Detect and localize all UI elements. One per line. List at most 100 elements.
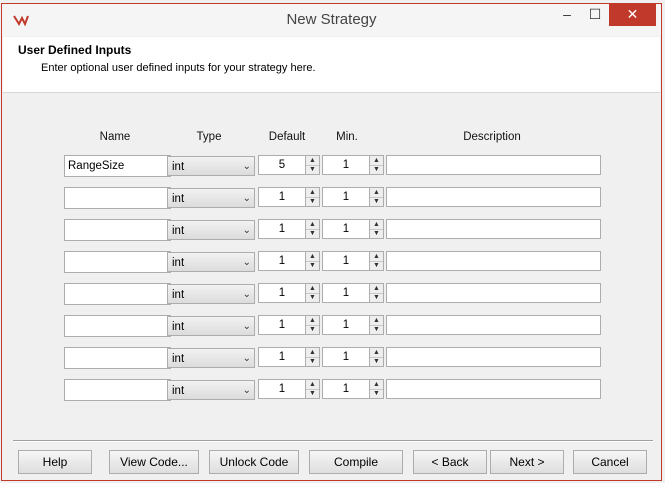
spin-buttons[interactable]: ▲ ▼ (305, 188, 319, 206)
spin-buttons[interactable]: ▲ ▼ (305, 348, 319, 366)
spin-buttons[interactable]: ▲ ▼ (305, 156, 319, 174)
spin-down-icon[interactable]: ▼ (370, 389, 383, 398)
type-select[interactable]: int ⌄ (167, 220, 255, 240)
spin-down-icon[interactable]: ▼ (370, 261, 383, 270)
back-button[interactable]: < Back (413, 450, 487, 474)
spin-down-icon[interactable]: ▼ (370, 293, 383, 302)
min-stepper[interactable]: 1 ▲ ▼ (322, 251, 384, 271)
spin-down-icon[interactable]: ▼ (370, 165, 383, 174)
default-value: 1 (278, 223, 286, 235)
name-field[interactable] (64, 187, 171, 209)
spin-buttons[interactable]: ▲ ▼ (369, 380, 383, 398)
compile-button[interactable]: Compile (309, 450, 403, 474)
spin-buttons[interactable]: ▲ ▼ (369, 188, 383, 206)
spin-buttons[interactable]: ▲ ▼ (369, 284, 383, 302)
name-field[interactable] (64, 219, 171, 241)
name-field[interactable] (64, 283, 171, 305)
spin-down-icon[interactable]: ▼ (370, 325, 383, 334)
chevron-down-icon: ⌄ (242, 257, 251, 268)
spin-buttons[interactable]: ▲ ▼ (369, 252, 383, 270)
default-stepper[interactable]: 5 ▲ ▼ (258, 155, 320, 175)
description-field[interactable] (386, 283, 601, 303)
default-value: 5 (278, 159, 286, 171)
maximize-button[interactable]: ☐ (581, 4, 609, 26)
default-stepper[interactable]: 1 ▲ ▼ (258, 187, 320, 207)
spin-buttons[interactable]: ▲ ▼ (369, 156, 383, 174)
description-field[interactable] (386, 251, 601, 271)
type-select[interactable]: int ⌄ (167, 348, 255, 368)
min-value: 1 (342, 383, 350, 395)
name-field[interactable] (64, 251, 171, 273)
spin-down-icon[interactable]: ▼ (306, 197, 319, 206)
description-field[interactable] (386, 315, 601, 335)
header-panel: User Defined Inputs Enter optional user … (3, 37, 660, 93)
type-select[interactable]: int ⌄ (167, 156, 255, 176)
default-stepper[interactable]: 1 ▲ ▼ (258, 379, 320, 399)
spin-down-icon[interactable]: ▼ (306, 293, 319, 302)
min-value: 1 (342, 191, 350, 203)
chevron-down-icon: ⌄ (242, 289, 251, 300)
default-stepper[interactable]: 1 ▲ ▼ (258, 219, 320, 239)
spin-down-icon[interactable]: ▼ (306, 357, 319, 366)
footer-divider (13, 440, 653, 442)
chevron-down-icon: ⌄ (242, 225, 251, 236)
spin-buttons[interactable]: ▲ ▼ (305, 252, 319, 270)
help-button[interactable]: Help (18, 450, 92, 474)
min-stepper[interactable]: 1 ▲ ▼ (322, 283, 384, 303)
spin-down-icon[interactable]: ▼ (306, 389, 319, 398)
name-field[interactable] (64, 347, 171, 369)
spin-buttons[interactable]: ▲ ▼ (369, 220, 383, 238)
close-button[interactable]: ✕ (609, 4, 656, 26)
type-select[interactable]: int ⌄ (167, 316, 255, 336)
min-stepper[interactable]: 1 ▲ ▼ (322, 155, 384, 175)
spin-down-icon[interactable]: ▼ (306, 325, 319, 334)
type-select[interactable]: int ⌄ (167, 380, 255, 400)
name-field[interactable] (64, 379, 171, 401)
description-field[interactable] (386, 187, 601, 207)
type-select[interactable]: int ⌄ (167, 188, 255, 208)
min-stepper[interactable]: 1 ▲ ▼ (322, 347, 384, 367)
min-value: 1 (342, 319, 350, 331)
default-stepper[interactable]: 1 ▲ ▼ (258, 283, 320, 303)
type-select-value: int (172, 161, 185, 173)
min-stepper[interactable]: 1 ▲ ▼ (322, 379, 384, 399)
view-code-button[interactable]: View Code... (109, 450, 199, 474)
spin-buttons[interactable]: ▲ ▼ (305, 220, 319, 238)
type-select[interactable]: int ⌄ (167, 252, 255, 272)
column-header-min: Min. (336, 131, 358, 143)
description-field[interactable] (386, 155, 601, 175)
description-field[interactable] (386, 379, 601, 399)
spin-down-icon[interactable]: ▼ (306, 165, 319, 174)
next-button[interactable]: Next > (490, 450, 564, 474)
spin-buttons[interactable]: ▲ ▼ (305, 284, 319, 302)
spin-down-icon[interactable]: ▼ (306, 229, 319, 238)
default-value: 1 (278, 319, 286, 331)
spin-buttons[interactable]: ▲ ▼ (369, 348, 383, 366)
spin-buttons[interactable]: ▲ ▼ (305, 380, 319, 398)
default-stepper[interactable]: 1 ▲ ▼ (258, 251, 320, 271)
minimize-button[interactable]: ‒ (553, 4, 581, 26)
spin-buttons[interactable]: ▲ ▼ (305, 316, 319, 334)
input-row: int ⌄ 1 ▲ ▼ 1 ▲ ▼ (2, 187, 663, 209)
spin-buttons[interactable]: ▲ ▼ (369, 316, 383, 334)
title-bar[interactable]: New Strategy ‒ ☐ ✕ (2, 4, 661, 36)
default-stepper[interactable]: 1 ▲ ▼ (258, 347, 320, 367)
description-field[interactable] (386, 347, 601, 367)
min-stepper[interactable]: 1 ▲ ▼ (322, 219, 384, 239)
name-field[interactable] (64, 315, 171, 337)
input-row: int ⌄ 1 ▲ ▼ 1 ▲ ▼ (2, 283, 663, 305)
spin-down-icon[interactable]: ▼ (370, 357, 383, 366)
min-stepper[interactable]: 1 ▲ ▼ (322, 315, 384, 335)
min-value: 1 (342, 223, 350, 235)
cancel-button[interactable]: Cancel (573, 450, 647, 474)
description-field[interactable] (386, 219, 601, 239)
type-select[interactable]: int ⌄ (167, 284, 255, 304)
spin-down-icon[interactable]: ▼ (370, 197, 383, 206)
min-stepper[interactable]: 1 ▲ ▼ (322, 187, 384, 207)
name-field[interactable]: RangeSize (64, 155, 171, 177)
spin-down-icon[interactable]: ▼ (370, 229, 383, 238)
spin-down-icon[interactable]: ▼ (306, 261, 319, 270)
default-value: 1 (278, 191, 286, 203)
default-stepper[interactable]: 1 ▲ ▼ (258, 315, 320, 335)
unlock-code-button[interactable]: Unlock Code (209, 450, 299, 474)
